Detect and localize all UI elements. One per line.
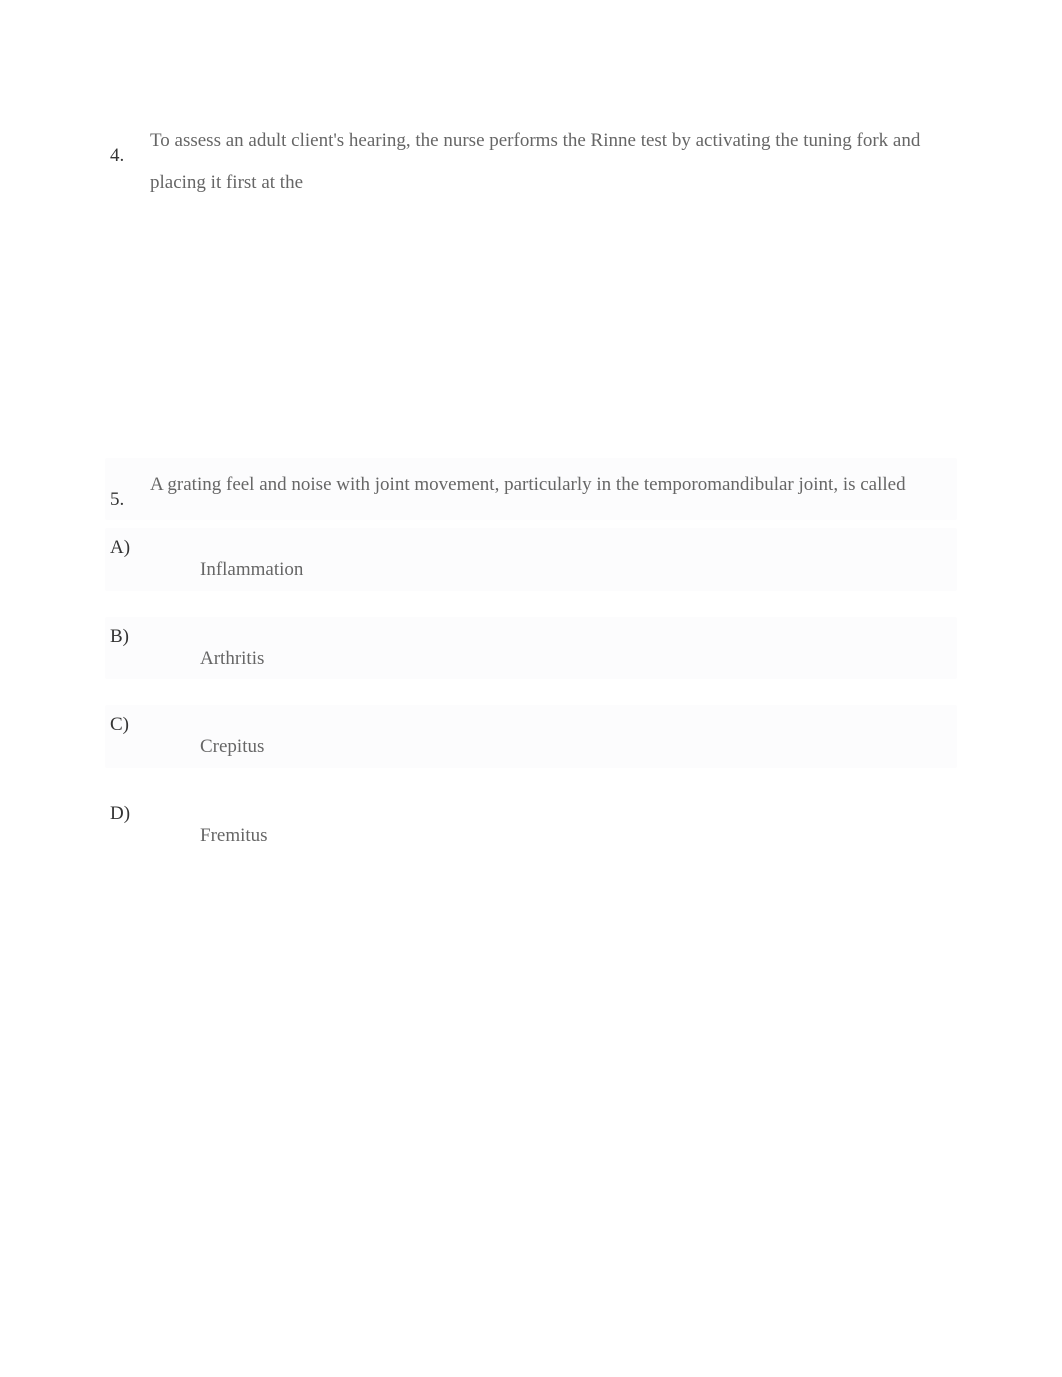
answer-text: Inflammation xyxy=(200,534,303,585)
question-number: 5. xyxy=(110,464,150,515)
answer-option-b: B) Arthritis xyxy=(110,623,952,674)
document-page: 4. To assess an adult client's hearing, … xyxy=(0,0,1062,850)
answer-letter: D) xyxy=(110,800,200,829)
spacer xyxy=(110,224,952,464)
answer-option-a: A) Inflammation xyxy=(110,534,952,585)
answer-option-c: C) Crepitus xyxy=(110,711,952,762)
answer-letter: A) xyxy=(110,534,200,563)
question-text: To assess an adult client's hearing, the… xyxy=(150,120,952,204)
answer-text: Crepitus xyxy=(200,711,264,762)
answer-text: Fremitus xyxy=(200,800,268,851)
question-number: 4. xyxy=(110,120,150,171)
answer-option-d: D) Fremitus xyxy=(110,800,952,851)
answer-letter: C) xyxy=(110,711,200,740)
question-text: A grating feel and noise with joint move… xyxy=(150,464,952,506)
question-5: 5. A grating feel and noise with joint m… xyxy=(110,464,952,515)
answer-text: Arthritis xyxy=(200,623,264,674)
answer-options: A) Inflammation B) Arthritis C) Crepitus… xyxy=(110,534,952,850)
question-4: 4. To assess an adult client's hearing, … xyxy=(110,120,952,204)
answer-letter: B) xyxy=(110,623,200,652)
